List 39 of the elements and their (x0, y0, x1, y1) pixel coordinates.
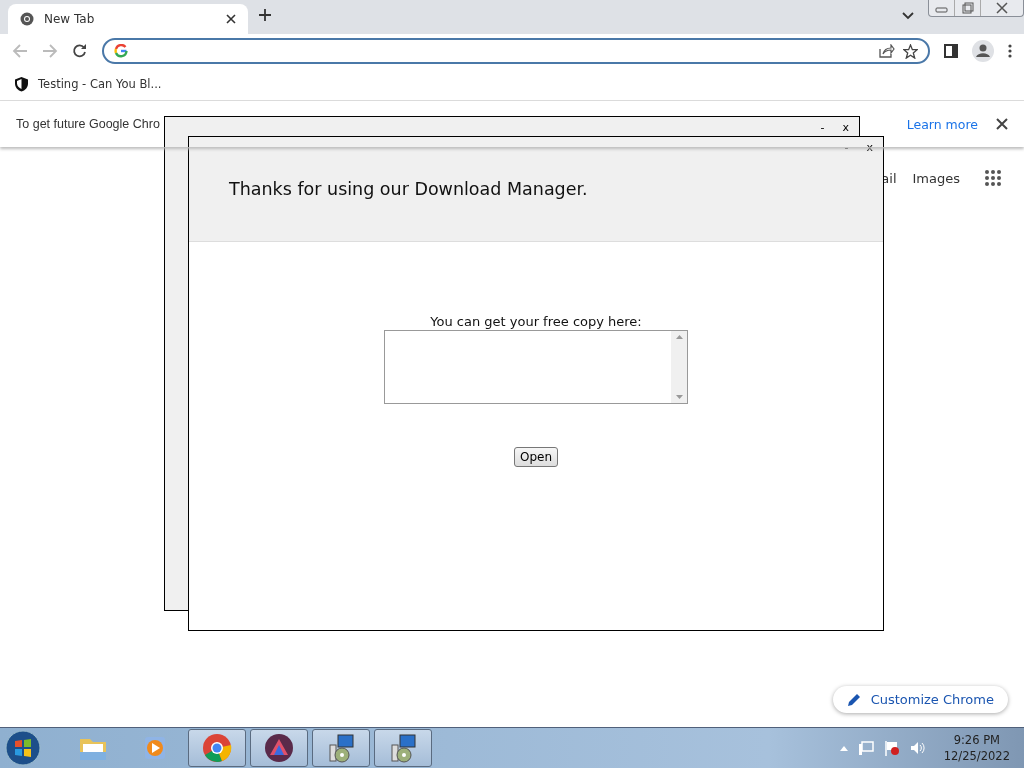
open-button[interactable]: Open (513, 447, 559, 467)
clock[interactable]: 9:26 PM 12/25/2022 (943, 731, 1010, 765)
taskbar-button[interactable] (374, 729, 432, 767)
text-area[interactable] (384, 330, 688, 404)
close-icon[interactable] (226, 14, 236, 24)
taskbar-button[interactable] (250, 729, 308, 767)
prompt-label: You can get your free copy here: (430, 314, 642, 329)
google-icon (114, 44, 128, 58)
learn-more-link[interactable]: Learn more (906, 116, 978, 132)
bookmark-link[interactable]: Testing - Can You Bl... (38, 77, 162, 91)
header-link[interactable]: Images (912, 170, 960, 186)
plus-icon[interactable] (258, 8, 272, 22)
close-button[interactable]: x (840, 121, 851, 134)
taskbar-button[interactable] (312, 729, 370, 767)
minimize-button[interactable]: - (818, 121, 827, 134)
browser-tab[interactable]: New Tab (8, 4, 248, 34)
profile-icon[interactable] (972, 40, 994, 62)
infobar-message: To get future Google Chro (16, 117, 160, 131)
star-icon[interactable] (903, 43, 918, 59)
reload-icon[interactable] (72, 43, 88, 59)
popup-title: Thanks for using our Download Manager. (229, 179, 588, 199)
chrome-icon (20, 12, 34, 26)
start-button[interactable] (4, 729, 42, 767)
chrome-icon (202, 733, 232, 763)
app-icon (264, 733, 294, 763)
share-icon[interactable] (879, 44, 895, 58)
close-button[interactable]: x (864, 141, 875, 154)
menu-icon[interactable] (1008, 44, 1012, 58)
installer-icon (388, 733, 418, 763)
side-panel-icon[interactable] (944, 44, 958, 58)
customize-chrome-button[interactable]: Customize Chrome (832, 686, 1008, 713)
flag-icon[interactable] (883, 740, 900, 756)
installer-icon (326, 733, 356, 763)
taskbar-button[interactable] (188, 729, 246, 767)
shield-icon (14, 76, 29, 92)
apps-grid-icon[interactable] (984, 169, 1002, 187)
pencil-icon (846, 692, 861, 707)
chevron-down-icon[interactable] (902, 12, 914, 20)
close-icon[interactable] (996, 118, 1008, 130)
